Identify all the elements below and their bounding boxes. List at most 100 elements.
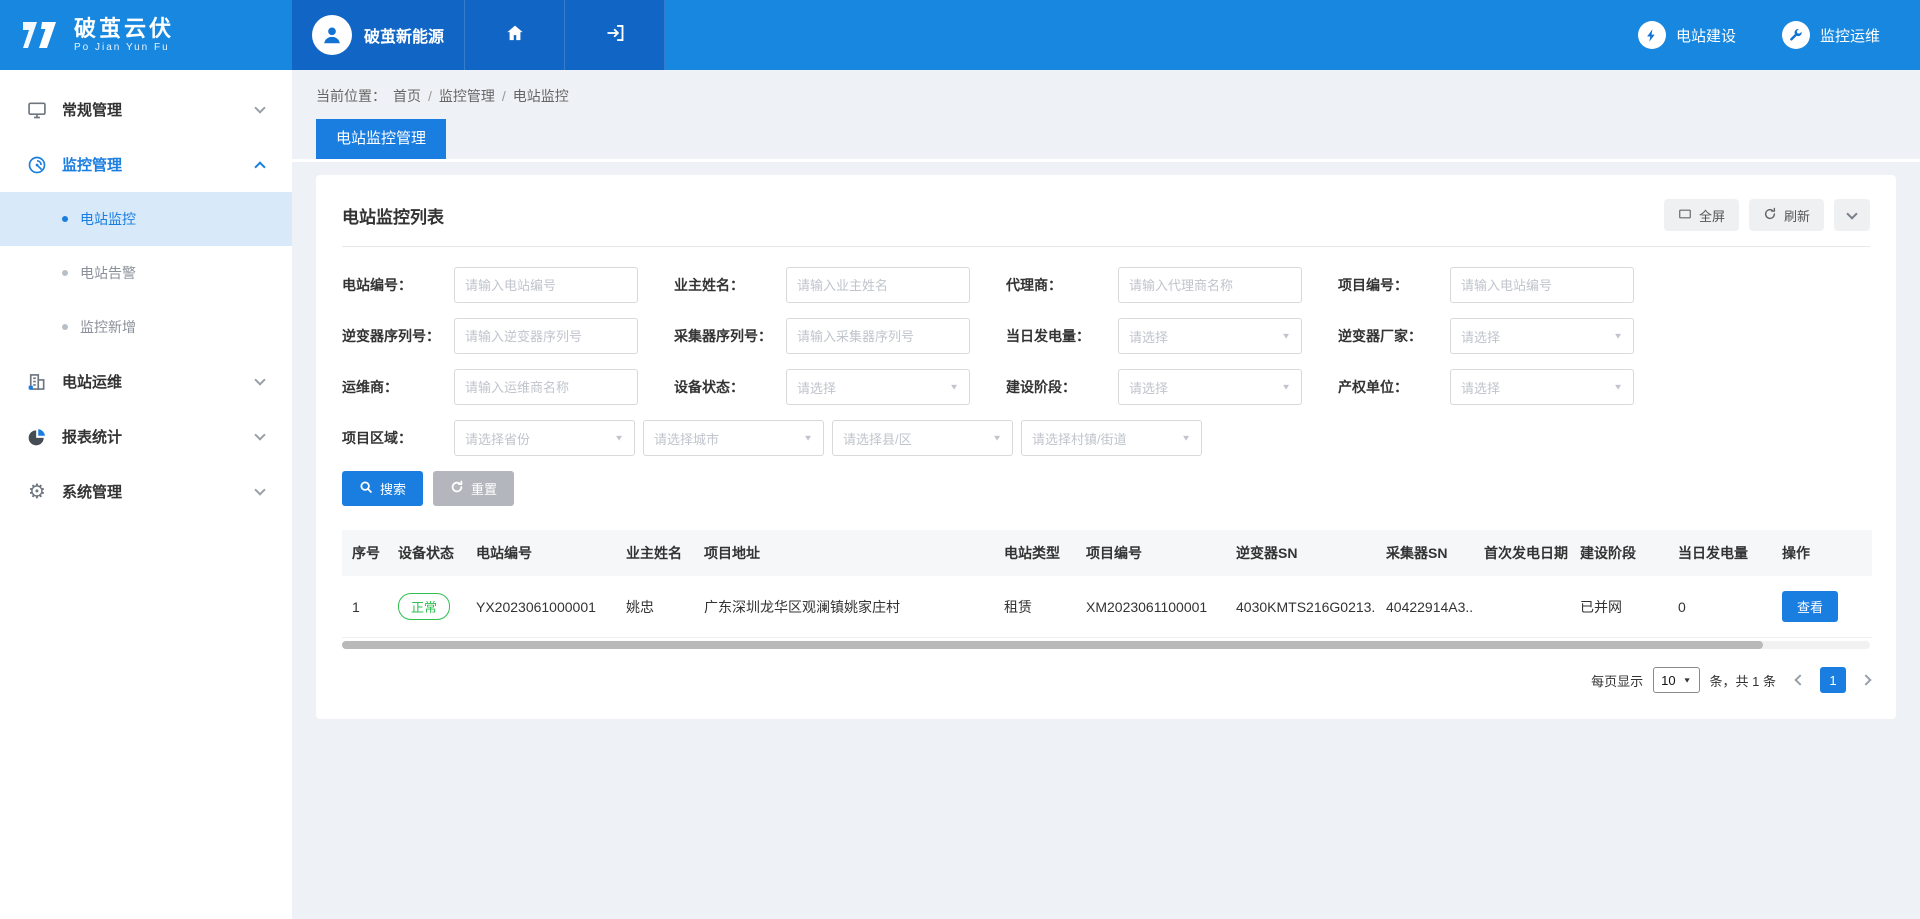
col-header-build-stage: 建设阶段: [1570, 530, 1668, 576]
tab-bar: 电站监控管理: [292, 119, 1920, 162]
property-unit-select[interactable]: 请选择 ▼: [1450, 369, 1634, 405]
topbar-right-nav: 电站建设 监控运维: [1638, 0, 1920, 70]
sidebar-item-monitor-management[interactable]: 监控管理: [0, 137, 292, 192]
breadcrumb-home[interactable]: 首页: [393, 86, 421, 106]
cell-station-no: YX2023061000001: [466, 576, 616, 638]
city-select[interactable]: 请选择城市 ▼: [643, 420, 824, 456]
cell-device-status: 正常: [388, 576, 466, 638]
sidebar-subitem-label: 监控新增: [80, 317, 136, 337]
page-number-button[interactable]: 1: [1820, 667, 1846, 693]
sidebar-item-system-management[interactable]: ⚙ 系统管理: [0, 464, 292, 519]
chevron-down-icon: [254, 102, 265, 113]
reset-label: 重置: [471, 479, 497, 498]
logout-button[interactable]: [565, 0, 665, 70]
search-button[interactable]: 搜索: [342, 471, 423, 506]
agent-input[interactable]: [1118, 267, 1302, 303]
user-account-button[interactable]: 破茧新能源: [292, 0, 465, 70]
cell-owner: 姚忠: [616, 576, 694, 638]
nav-label: 监控运维: [1820, 25, 1880, 46]
cell-actions: 查看: [1772, 576, 1872, 638]
horizontal-scrollbar[interactable]: [342, 641, 1870, 649]
home-button[interactable]: [465, 0, 565, 70]
select-placeholder: 请选择: [1461, 378, 1500, 397]
user-icon: [321, 24, 343, 46]
prev-page-button[interactable]: [1794, 674, 1805, 685]
filter-actions: 搜索 重置: [342, 471, 1870, 506]
select-placeholder: 请选择: [1461, 327, 1500, 346]
county-select[interactable]: 请选择县/区 ▼: [832, 420, 1013, 456]
build-stage-select[interactable]: 请选择 ▼: [1118, 369, 1302, 405]
tab-station-monitor-management[interactable]: 电站监控管理: [316, 119, 446, 159]
province-select[interactable]: 请选择省份 ▼: [454, 420, 635, 456]
view-button[interactable]: 查看: [1782, 591, 1838, 622]
refresh-icon: [1763, 207, 1777, 224]
card-title: 电站监控列表: [342, 203, 444, 228]
nav-monitor-operation[interactable]: 监控运维: [1782, 21, 1880, 49]
topbar-spacer: [665, 0, 1638, 70]
radar-icon: [26, 155, 48, 175]
sidebar: 常规管理 监控管理 电站监控 电站告警 监控新增: [0, 70, 292, 919]
gear-icon: ⚙: [26, 482, 48, 502]
select-placeholder: 请选择村镇/街道: [1032, 429, 1127, 448]
select-placeholder: 请选择县/区: [843, 429, 912, 448]
operator-input[interactable]: [454, 369, 638, 405]
wrench-icon: [1782, 21, 1810, 49]
caret-down-icon: ▼: [1613, 383, 1623, 392]
nav-station-construction[interactable]: 电站建设: [1638, 21, 1736, 49]
caret-down-icon: ▼: [1281, 332, 1291, 341]
device-status-select[interactable]: 请选择 ▼: [786, 369, 970, 405]
caret-down-icon: ▼: [1683, 676, 1692, 684]
sidebar-item-report-statistics[interactable]: 报表统计: [0, 409, 292, 464]
sidebar-item-general-management[interactable]: 常规管理: [0, 82, 292, 137]
next-page-button[interactable]: [1860, 674, 1871, 685]
collapse-button[interactable]: [1834, 199, 1870, 231]
caret-down-icon: ▼: [1181, 434, 1191, 443]
scrollbar-thumb[interactable]: [342, 641, 1763, 649]
card-divider: [342, 246, 1870, 247]
per-page-value: 10: [1661, 673, 1675, 688]
breadcrumb-monitor-management[interactable]: 监控管理: [439, 86, 495, 106]
caret-down-icon: ▼: [1281, 383, 1291, 392]
sidebar-submenu: 电站监控 电站告警 监控新增: [0, 192, 292, 354]
daily-energy-select[interactable]: 请选择 ▼: [1118, 318, 1302, 354]
filter-form: 电站编号： 业主姓名： 代理商： 项目编号：: [342, 267, 1870, 506]
col-header-owner: 业主姓名: [616, 530, 694, 576]
col-header-first-power-date: 首次发电日期: [1474, 530, 1570, 576]
col-header-actions: 操作: [1772, 530, 1872, 576]
field-label: 逆变器序列号：: [342, 326, 454, 346]
col-header-address: 项目地址: [694, 530, 994, 576]
project-no-input[interactable]: [1450, 267, 1634, 303]
sidebar-item-label: 常规管理: [62, 99, 122, 120]
owner-name-input[interactable]: [786, 267, 970, 303]
field-label: 采集器序列号：: [674, 326, 786, 346]
sidebar-item-monitor-add[interactable]: 监控新增: [0, 300, 292, 354]
per-page-select[interactable]: 10 ▼: [1653, 667, 1699, 693]
fullscreen-button[interactable]: 全屏: [1664, 199, 1739, 231]
refresh-button[interactable]: 刷新: [1749, 199, 1824, 231]
home-icon: [505, 23, 525, 48]
filter-row-3: 运维商： 设备状态： 请选择 ▼ 建设阶段： 请选择: [342, 369, 1870, 405]
caret-down-icon: ▼: [949, 383, 959, 392]
cell-first-power-date: [1474, 576, 1570, 638]
field-label: 运维商：: [342, 377, 454, 397]
cell-station-type: 租赁: [994, 576, 1076, 638]
sidebar-item-station-operation[interactable]: 电站运维: [0, 354, 292, 409]
col-header-inverter-sn: 逆变器SN: [1226, 530, 1376, 576]
field-label: 产权单位：: [1338, 377, 1450, 397]
inverter-vendor-select[interactable]: 请选择 ▼: [1450, 318, 1634, 354]
reset-button[interactable]: 重置: [433, 471, 514, 506]
collector-sn-input[interactable]: [786, 318, 970, 354]
sidebar-item-station-monitor[interactable]: 电站监控: [0, 192, 292, 246]
nav-label: 电站建设: [1676, 25, 1736, 46]
col-header-index: 序号: [342, 530, 388, 576]
select-placeholder: 请选择: [797, 378, 836, 397]
sidebar-item-label: 电站运维: [62, 371, 122, 392]
station-no-input[interactable]: [454, 267, 638, 303]
inverter-sn-input[interactable]: [454, 318, 638, 354]
filter-row-2: 逆变器序列号： 采集器序列号： 当日发电量： 请选择 ▼: [342, 318, 1870, 354]
town-select[interactable]: 请选择村镇/街道 ▼: [1021, 420, 1202, 456]
lightning-icon: [1638, 21, 1666, 49]
chevron-down-icon: [254, 374, 265, 385]
sidebar-item-station-alarm[interactable]: 电站告警: [0, 246, 292, 300]
col-header-collector-sn: 采集器SN: [1376, 530, 1474, 576]
